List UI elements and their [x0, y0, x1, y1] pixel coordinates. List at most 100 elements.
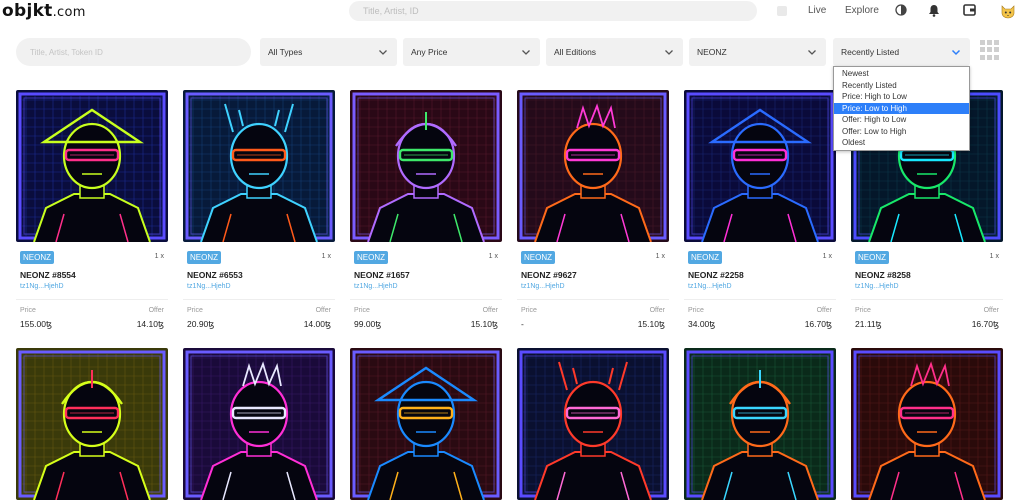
token-card[interactable]: [183, 348, 335, 500]
owner-address[interactable]: tz1Ng...HjehD: [521, 283, 565, 290]
sort-option[interactable]: Oldest: [834, 137, 969, 149]
offer-label: Offer: [315, 307, 331, 314]
sort-option[interactable]: Price: High to Low: [834, 91, 969, 103]
owner-address[interactable]: tz1Ng...HjehD: [187, 283, 231, 290]
theme-toggle-icon[interactable]: [894, 3, 908, 17]
owner-address[interactable]: tz1Ng...HjehD: [20, 283, 64, 290]
sort-option[interactable]: Recently Listed: [834, 80, 969, 92]
chevron-down-icon: [379, 50, 387, 55]
edition-count: 1 x: [822, 253, 832, 260]
offer-value: 14.00ꜩ: [303, 319, 331, 329]
token-card[interactable]: [684, 348, 836, 500]
sort-select[interactable]: Recently Listed: [833, 38, 970, 66]
token-name[interactable]: NEONZ #2258: [688, 270, 744, 280]
filter-search: [16, 38, 251, 66]
offer-value: 16.70ꜩ: [804, 319, 832, 329]
token-card[interactable]: [350, 348, 502, 500]
token-card[interactable]: [16, 348, 168, 500]
offer-label: Offer: [649, 307, 665, 314]
owner-address[interactable]: tz1Ng...HjehD: [688, 283, 732, 290]
token-card[interactable]: [851, 348, 1003, 500]
sort-option[interactable]: Newest: [834, 68, 969, 80]
sort-option[interactable]: Price: Low to High: [834, 102, 969, 114]
collection-tag[interactable]: NEONZ: [187, 251, 221, 264]
nav-live[interactable]: Live: [808, 5, 826, 16]
collection-tag[interactable]: NEONZ: [20, 251, 54, 264]
token-artwork[interactable]: [183, 348, 335, 500]
sort-option[interactable]: Offer: Low to High: [834, 126, 969, 138]
token-card[interactable]: [517, 348, 669, 500]
live-toggle-checkbox[interactable]: [777, 6, 787, 16]
editions-select-value: All Editions: [554, 47, 597, 57]
token-artwork[interactable]: [517, 90, 669, 242]
offer-label: Offer: [983, 307, 999, 314]
type-select[interactable]: All Types: [260, 38, 397, 66]
token-artwork[interactable]: [517, 348, 669, 500]
token-name[interactable]: NEONZ #6553: [187, 270, 243, 280]
filter-search-input[interactable]: [16, 38, 251, 66]
token-artwork[interactable]: [16, 90, 168, 242]
chevron-down-icon: [665, 50, 673, 55]
collection-select[interactable]: NEONZ: [689, 38, 826, 66]
token-card[interactable]: NEONZ 1 x NEONZ #9627 tz1Ng...HjehD Price Off…: [517, 90, 669, 334]
price-select[interactable]: Any Price: [403, 38, 540, 66]
price-select-value: Any Price: [411, 47, 448, 57]
token-card[interactable]: NEONZ 1 x NEONZ #1657 tz1Ng...HjehD Price Off…: [350, 90, 502, 334]
offer-label: Offer: [816, 307, 832, 314]
avatar-icon[interactable]: [999, 2, 1017, 20]
chevron-down-icon: [808, 50, 816, 55]
bell-icon[interactable]: [927, 3, 941, 17]
token-card[interactable]: NEONZ 1 x NEONZ #2258 tz1Ng...HjehD Price Off…: [684, 90, 836, 334]
divider: [517, 299, 669, 300]
offer-value: 16.70ꜩ: [971, 319, 999, 329]
token-meta: NEONZ 1 x NEONZ #8258 tz1Ng...HjehD Price Off…: [851, 242, 1003, 334]
grid-view-icon[interactable]: [980, 40, 1000, 60]
price-label: Price: [855, 307, 871, 314]
edition-count: 1 x: [655, 253, 665, 260]
price-label: Price: [688, 307, 704, 314]
token-artwork[interactable]: [350, 348, 502, 500]
token-name[interactable]: NEONZ #1657: [354, 270, 410, 280]
price-value: 21.11ꜩ: [855, 319, 882, 329]
collection-tag[interactable]: NEONZ: [354, 251, 388, 264]
price-value: 34.00ꜩ: [688, 319, 716, 329]
edition-count: 1 x: [989, 253, 999, 260]
token-name[interactable]: NEONZ #9627: [521, 270, 577, 280]
owner-address[interactable]: tz1Ng...HjehD: [855, 283, 899, 290]
offer-label: Offer: [148, 307, 164, 314]
token-card[interactable]: NEONZ 1 x NEONZ #6553 tz1Ng...HjehD Price Off…: [183, 90, 335, 334]
token-artwork[interactable]: [183, 90, 335, 242]
price-value: -: [521, 319, 524, 329]
price-value: 99.00ꜩ: [354, 319, 382, 329]
sort-option[interactable]: Offer: High to Low: [834, 114, 969, 126]
collection-tag[interactable]: NEONZ: [688, 251, 722, 264]
token-artwork[interactable]: [684, 348, 836, 500]
collection-tag[interactable]: NEONZ: [855, 251, 889, 264]
token-meta: NEONZ 1 x NEONZ #2258 tz1Ng...HjehD Price Off…: [684, 242, 836, 334]
price-label: Price: [20, 307, 36, 314]
global-search-input[interactable]: [349, 1, 757, 21]
price-label: Price: [354, 307, 370, 314]
token-name[interactable]: NEONZ #8554: [20, 270, 76, 280]
edition-count: 1 x: [321, 253, 331, 260]
owner-address[interactable]: tz1Ng...HjehD: [354, 283, 398, 290]
divider: [16, 299, 168, 300]
collection-tag[interactable]: NEONZ: [521, 251, 555, 264]
editions-select[interactable]: All Editions: [546, 38, 683, 66]
chevron-down-icon: [522, 50, 530, 55]
logo[interactable]: objkt.com: [2, 1, 86, 21]
divider: [350, 299, 502, 300]
divider: [851, 299, 1003, 300]
logo-domain: .com: [52, 5, 86, 20]
global-search: [349, 1, 757, 21]
wallet-icon[interactable]: [962, 3, 976, 17]
token-artwork[interactable]: [16, 348, 168, 500]
token-card[interactable]: NEONZ 1 x NEONZ #8554 tz1Ng...HjehD Price Off…: [16, 90, 168, 334]
token-name[interactable]: NEONZ #8258: [855, 270, 911, 280]
edition-count: 1 x: [488, 253, 498, 260]
token-artwork[interactable]: [684, 90, 836, 242]
offer-label: Offer: [482, 307, 498, 314]
token-artwork[interactable]: [350, 90, 502, 242]
nav-explore[interactable]: Explore: [845, 5, 879, 16]
token-artwork[interactable]: [851, 348, 1003, 500]
